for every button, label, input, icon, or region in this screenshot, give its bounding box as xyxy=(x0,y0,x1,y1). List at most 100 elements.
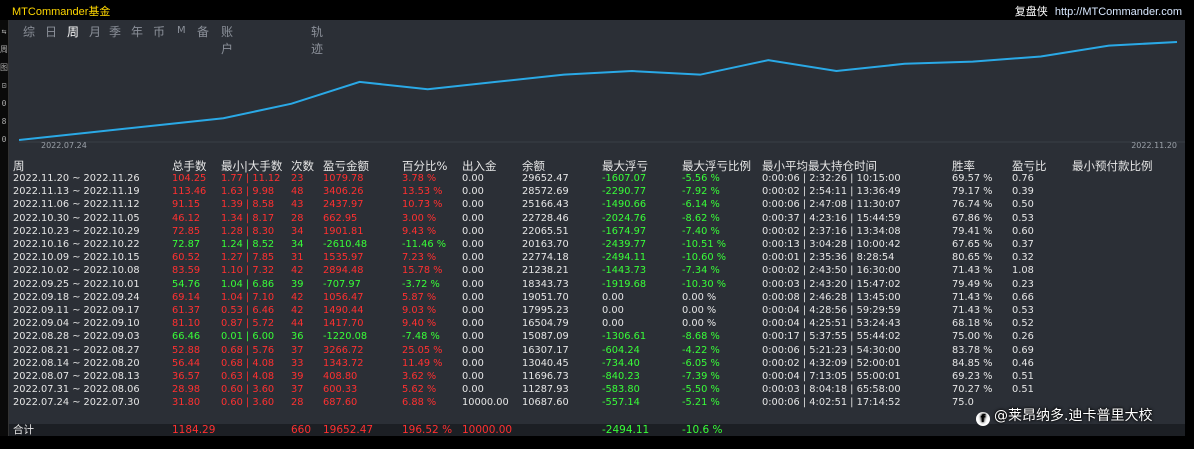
cell-hold: 0:00:06 | 2:47:08 | 11:30:07 xyxy=(762,199,901,211)
table-row[interactable]: 2022.07.31 ~ 2022.08.06 28.98 0.60 | 3.60 3… xyxy=(9,383,1185,396)
tab-1[interactable]: 日 xyxy=(45,23,57,40)
cell-week: 2022.07.31 ~ 2022.08.06 xyxy=(13,384,140,396)
facebook-icon: f xyxy=(976,412,990,426)
cell-win: 79.17 % xyxy=(952,186,993,198)
tab-8[interactable]: 备 xyxy=(197,23,209,40)
cell-pf: 0.39 xyxy=(1012,186,1034,198)
left-toolbar-item[interactable]: 0 xyxy=(0,134,8,146)
cell-lots: 72.87 xyxy=(172,239,201,250)
cell-count: 42 xyxy=(291,291,304,303)
table-row[interactable]: 2022.09.11 ~ 2022.09.17 61.37 0.53 | 6.46 4… xyxy=(9,304,1185,317)
cell-hold: 0:00:06 | 2:32:26 | 10:15:00 xyxy=(762,173,901,184)
equity-chart: 2022.07.24 2022.11.20 xyxy=(19,40,1185,176)
cell-maxdd: -604.24 xyxy=(602,344,640,356)
cell-balance: 19051.70 xyxy=(522,291,569,303)
cell-count: 43 xyxy=(291,199,304,211)
left-toolbar-item[interactable]: 0 xyxy=(0,98,8,110)
cell-minmax: 0.68 | 4.08 xyxy=(221,357,275,369)
table-row[interactable]: 2022.08.28 ~ 2022.09.03 66.46 0.01 | 6.00 3… xyxy=(9,330,1185,343)
cell-maxdd: -1306.61 xyxy=(602,331,647,343)
cell-lots: 36.57 xyxy=(172,371,201,382)
app-title: MTCommander基金 xyxy=(12,6,111,18)
cell-balance: 17995.23 xyxy=(522,305,569,316)
cell-maxdd: -2494.11 xyxy=(602,252,647,264)
cell-lots: 66.46 xyxy=(172,331,201,343)
table-row[interactable]: 2022.10.02 ~ 2022.10.08 83.59 1.10 | 7.32 4… xyxy=(9,264,1185,277)
cell-pct: 25.05 % xyxy=(402,344,443,356)
cell-pct: -11.46 % xyxy=(402,239,447,250)
cell-lots: 31.80 xyxy=(172,397,201,409)
tab-3[interactable]: 月 xyxy=(89,23,101,40)
tab-4[interactable]: 季 xyxy=(109,23,121,40)
table-row[interactable]: 2022.10.23 ~ 2022.10.29 72.85 1.28 | 8.30 3… xyxy=(9,225,1185,238)
cell-maxdd: 0.00 xyxy=(602,305,624,316)
table-row[interactable]: 2022.11.13 ~ 2022.11.19 113.46 1.63 | 9.98… xyxy=(9,185,1185,198)
brand-url[interactable]: http://MTCommander.com xyxy=(1055,6,1182,18)
cell-week: 2022.08.21 ~ 2022.08.27 xyxy=(13,344,140,356)
cell-pf: 0.52 xyxy=(1012,318,1034,330)
report-panel: 综日周月季年币 M 备账户 轨迹 2022.07.24 2022.11.20 周总手数最… xyxy=(9,20,1185,438)
cell-hold: 0:00:06 | 4:02:51 | 17:14:52 xyxy=(762,397,901,409)
cell-hold: 0:00:13 | 3:04:28 | 10:00:42 xyxy=(762,239,901,250)
cell-week: 2022.09.04 ~ 2022.09.10 xyxy=(13,318,140,330)
cell-cash: 0.00 xyxy=(462,357,484,369)
table-row[interactable]: 2022.09.04 ~ 2022.09.10 81.10 0.87 | 5.72 4… xyxy=(9,317,1185,330)
left-toolbar-item[interactable]: 图 xyxy=(0,62,8,74)
cell-week: 2022.11.06 ~ 2022.11.12 xyxy=(13,199,140,211)
left-toolbar-item[interactable]: ⇆ xyxy=(0,26,8,38)
cell-count: 31 xyxy=(291,252,304,264)
cell-pf: 0.37 xyxy=(1012,239,1034,250)
cell-lots: 69.14 xyxy=(172,291,201,303)
cell-count: 44 xyxy=(291,318,304,330)
cell-week: 2022.09.18 ~ 2022.09.24 xyxy=(13,291,140,303)
table-row[interactable]: 2022.10.09 ~ 2022.10.15 60.52 1.27 | 7.85 3… xyxy=(9,251,1185,264)
cell-week: 2022.10.23 ~ 2022.10.29 xyxy=(13,225,140,237)
cell-pf: 0.60 xyxy=(1012,225,1034,237)
cell-count: 34 xyxy=(291,225,304,237)
left-toolbar-item[interactable]: ⊡ xyxy=(0,80,8,92)
cell-minmax: 1.63 | 9.98 xyxy=(221,186,275,198)
tab-5[interactable]: 年 xyxy=(131,23,143,40)
cell-pct: 9.40 % xyxy=(402,318,437,330)
table-row[interactable]: 2022.08.14 ~ 2022.08.20 56.44 0.68 | 4.08 3… xyxy=(9,357,1185,370)
brand[interactable]: 复盘侠 http://MTCommander.com xyxy=(1015,3,1182,19)
table-row[interactable]: 2022.10.30 ~ 2022.11.05 46.12 1.34 | 8.17 2… xyxy=(9,212,1185,225)
table-header: 周总手数 最小|大手数 次数 盈亏金额 百分比% 出入金 余额 最大浮亏 最大浮亏比例 最小平均最… xyxy=(9,158,1185,173)
cell-ddpct: -5.56 % xyxy=(682,173,720,184)
table-row[interactable]: 2022.09.25 ~ 2022.10.01 54.76 1.04 | 6.86 3… xyxy=(9,278,1185,291)
tab-6[interactable]: 币 xyxy=(153,23,165,40)
cell-minmax: 0.60 | 3.60 xyxy=(221,384,275,396)
cell-hold: 0:00:04 | 7:13:05 | 55:00:01 xyxy=(762,371,901,382)
cell-win: 70.27 % xyxy=(952,384,993,396)
table-row[interactable]: 2022.08.21 ~ 2022.08.27 52.88 0.68 | 5.76 3… xyxy=(9,344,1185,357)
cell-pct: 5.87 % xyxy=(402,291,437,303)
cell-pct: 5.62 % xyxy=(402,384,437,396)
cell-minmax: 1.39 | 8.58 xyxy=(221,199,275,211)
cell-maxdd: -1607.07 xyxy=(602,173,647,184)
cell-week: 2022.10.16 ~ 2022.10.22 xyxy=(13,239,140,250)
table-row[interactable]: 2022.11.06 ~ 2022.11.12 91.15 1.39 | 8.58 4… xyxy=(9,198,1185,211)
tab-0[interactable]: 综 xyxy=(23,23,35,40)
table-row[interactable]: 2022.09.18 ~ 2022.09.24 69.14 1.04 | 7.10 4… xyxy=(9,291,1185,304)
table-row[interactable]: 2022.10.16 ~ 2022.10.22 72.87 1.24 | 8.52 3… xyxy=(9,238,1185,251)
cell-win: 75.0 xyxy=(952,397,974,409)
cell-ddpct: -7.40 % xyxy=(682,225,720,237)
tab-2[interactable]: 周 xyxy=(67,23,79,40)
cell-week: 2022.09.25 ~ 2022.10.01 xyxy=(13,278,140,290)
cell-balance: 22774.18 xyxy=(522,252,569,264)
table-row[interactable]: 2022.08.07 ~ 2022.08.13 36.57 0.63 | 4.08 3… xyxy=(9,370,1185,383)
left-toolbar-item[interactable]: 周 xyxy=(0,44,8,56)
cell-cash: 0.00 xyxy=(462,239,484,250)
equity-chart-svg: 2022.07.24 2022.11.20 xyxy=(19,41,1185,150)
cell-cash: 0.00 xyxy=(462,371,484,382)
cell-pnl: 687.60 xyxy=(323,397,358,409)
cell-win: 79.49 % xyxy=(952,278,993,290)
tab-7[interactable]: M xyxy=(177,25,186,36)
cell-pnl: 1343.72 xyxy=(323,357,364,369)
cell-pct: 11.49 % xyxy=(402,357,443,369)
cell-pf: 0.51 xyxy=(1012,371,1034,382)
cell-count: 39 xyxy=(291,371,304,382)
table-row[interactable]: 2022.11.20 ~ 2022.11.26 104.25 1.77 | 11.1… xyxy=(9,172,1185,185)
left-toolbar-item[interactable]: 8 xyxy=(0,116,8,128)
cell-win: 80.65 % xyxy=(952,252,993,264)
